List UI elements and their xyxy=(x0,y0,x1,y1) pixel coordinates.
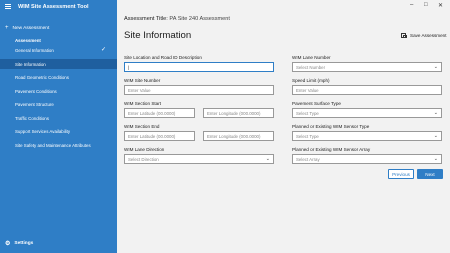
lane-number-placeholder: Select Number xyxy=(296,64,326,70)
sensor-array-select[interactable]: Select Array ⌄ xyxy=(292,154,442,164)
chevron-down-icon: ⌄ xyxy=(433,156,438,162)
save-assessment-button[interactable]: Save Assessment xyxy=(401,33,447,38)
chevron-down-icon: ⌄ xyxy=(433,64,438,70)
sidebar-item-label: Traffic Conditions xyxy=(15,115,49,121)
save-icon xyxy=(401,33,407,38)
assessment-title-label: Assessment Title: xyxy=(124,16,168,22)
section-start-label: WIM Section Start xyxy=(124,101,162,106)
speed-limit-input[interactable]: Enter Value xyxy=(292,85,442,95)
sidebar-item-label: Site Safety and Maintenance Attributes xyxy=(15,142,91,148)
lane-number-label: WIM Lane Number xyxy=(292,55,331,60)
chevron-down-icon: ⌄ xyxy=(433,133,438,139)
sensor-array-placeholder: Select Array xyxy=(296,156,320,162)
lane-direction-select[interactable]: Select Direction ⌄ xyxy=(124,154,274,164)
lane-direction-placeholder: Select Direction xyxy=(128,156,159,162)
main-content: Assessment Title: PA Site 240 Assessment… xyxy=(117,0,450,253)
page-title: Site Information xyxy=(124,30,192,41)
next-button[interactable]: Next xyxy=(417,169,443,179)
app-title: WIM Site Assessment Tool xyxy=(18,4,89,10)
sensor-type-label: Planned or Existing WIM Sensor Type xyxy=(292,124,370,129)
sidebar-item-assessment: Assessment xyxy=(0,35,117,45)
chevron-down-icon: ⌄ xyxy=(265,156,270,162)
surface-type-select[interactable]: Select Type ⌄ xyxy=(292,108,442,118)
save-assessment-label: Save Assessment xyxy=(410,33,447,38)
section-start-latitude-input[interactable]: Enter Latitude (00.0000) xyxy=(124,108,195,118)
assessment-title: Assessment Title: PA Site 240 Assessment xyxy=(124,16,230,22)
sidebar-item-site-information[interactable]: Site Information xyxy=(0,59,117,69)
section-end-latitude-input[interactable]: Enter Latitude (00.0000) xyxy=(124,131,195,141)
sidebar-item-support-services[interactable]: Support Services Availability xyxy=(0,126,117,136)
previous-button[interactable]: Previous xyxy=(388,169,414,179)
sidebar-item-site-safety[interactable]: Site Safety and Maintenance Attributes xyxy=(0,140,117,150)
sidebar-item-pavement-conditions[interactable]: Pavement Conditions xyxy=(0,86,117,96)
sidebar-item-label: Pavement Structure xyxy=(15,101,54,107)
settings-button[interactable]: ⚙ Settings xyxy=(5,240,33,247)
plus-icon: + xyxy=(5,25,9,31)
location-desc-input[interactable]: | xyxy=(124,62,274,72)
hamburger-menu-icon[interactable] xyxy=(5,4,11,10)
gear-icon: ⚙ xyxy=(5,241,11,247)
assessment-title-value: PA Site 240 Assessment xyxy=(169,16,230,22)
sidebar-item-pavement-structure[interactable]: Pavement Structure xyxy=(0,99,117,109)
speed-limit-label: Speed Limit (mph) xyxy=(292,78,330,83)
sensor-type-placeholder: Select Type xyxy=(296,133,319,139)
sidebar-item-label: Site Information xyxy=(15,61,46,67)
sidebar-item-general-information[interactable]: General Information ✓ xyxy=(0,45,117,55)
section-end-longitude-input[interactable]: Enter Longitude (000.0000) xyxy=(203,131,274,141)
chevron-down-icon: ⌄ xyxy=(433,110,438,116)
lane-number-select[interactable]: Select Number ⌄ xyxy=(292,62,442,72)
section-end-label: WIM Section End xyxy=(124,124,160,129)
wim-site-number-input[interactable]: Enter Value xyxy=(124,85,274,95)
surface-type-placeholder: Select Type xyxy=(296,110,319,116)
sensor-array-label: Planned or Existing WIM Sensor Array xyxy=(292,147,371,152)
sidebar-item-traffic-conditions[interactable]: Traffic Conditions xyxy=(0,113,117,123)
sidebar-item-road-geometric-conditions[interactable]: Road Geometric Conditions xyxy=(0,72,117,82)
sidebar-item-label: Support Services Availability xyxy=(15,128,71,134)
new-assessment-button[interactable]: + New Assessment xyxy=(5,25,49,31)
section-start-longitude-input[interactable]: Enter Longitude (000.0000) xyxy=(203,108,274,118)
sensor-type-select[interactable]: Select Type ⌄ xyxy=(292,131,442,141)
sidebar-item-label: Pavement Conditions xyxy=(15,88,57,94)
new-assessment-label: New Assessment xyxy=(12,25,50,31)
wim-site-number-label: WIM Site Number xyxy=(124,78,161,83)
sidebar: WIM Site Assessment Tool + New Assessmen… xyxy=(0,0,117,253)
settings-label: Settings xyxy=(14,241,34,246)
sidebar-item-label: General Information xyxy=(15,47,54,53)
sidebar-item-label: Assessment xyxy=(15,37,41,43)
surface-type-label: Pavement Surface Type xyxy=(292,101,341,106)
checkmark-icon: ✓ xyxy=(100,47,106,53)
location-desc-label: Site Location and Road ID Description xyxy=(124,55,202,60)
lane-direction-label: WIM Lane Direction xyxy=(124,147,165,152)
sidebar-item-label: Road Geometric Conditions xyxy=(15,74,69,80)
